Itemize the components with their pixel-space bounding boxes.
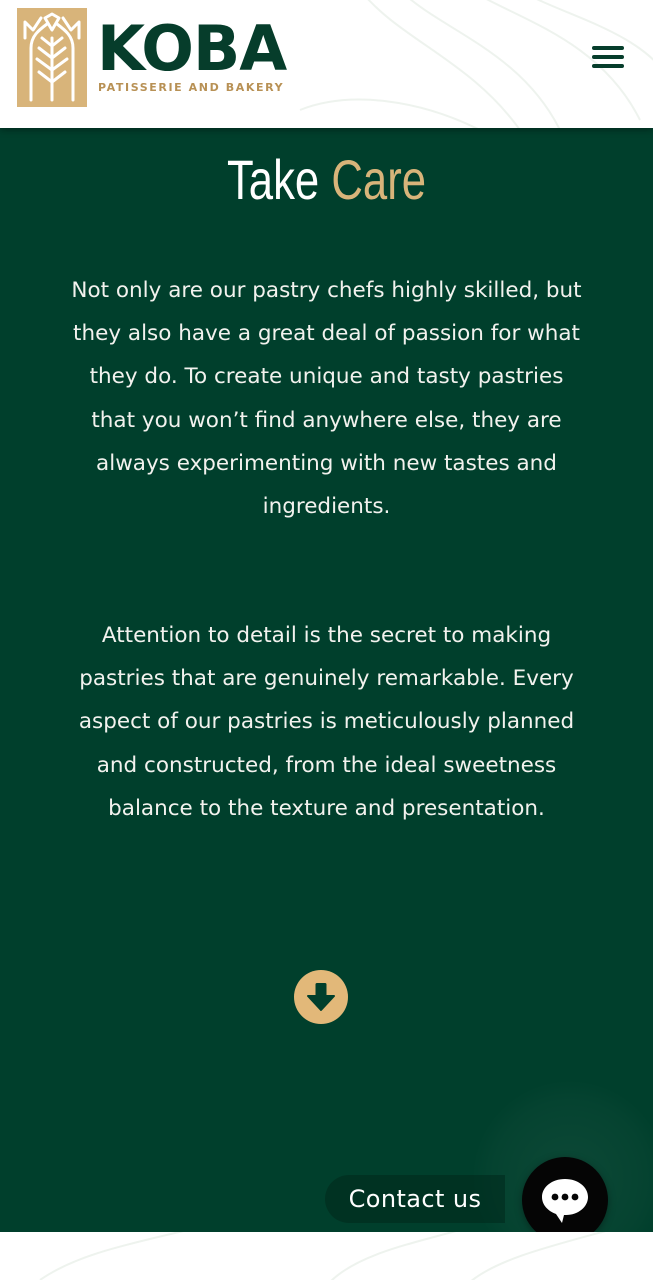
footer-background-pattern — [39, 1232, 606, 1280]
title-word-care: Care — [331, 148, 427, 211]
chat-bubble-icon — [542, 1179, 588, 1223]
arrow-down-circle-icon — [307, 983, 335, 1011]
section-title: Take Care — [72, 144, 581, 216]
site-header: KOBA PATISSERIE AND BAKERY — [0, 0, 653, 128]
contact-us-label[interactable]: Contact us — [325, 1175, 505, 1223]
menu-bar — [592, 55, 624, 59]
detail-paragraph: Attention to detail is the secret to mak… — [78, 623, 575, 821]
hamburger-menu-icon[interactable] — [588, 40, 628, 74]
menu-bar — [592, 46, 624, 50]
next-section-edge — [0, 1232, 653, 1280]
intro-paragraph: Not only are our pastry chefs highly ski… — [71, 278, 582, 520]
wheat-logo-icon — [23, 12, 81, 102]
scroll-down-button[interactable] — [294, 970, 348, 1024]
take-care-section: Take Care Not only are our pastry chefs … — [0, 128, 653, 1232]
menu-bar — [592, 64, 624, 68]
logo-mark[interactable] — [17, 8, 87, 107]
chat-button[interactable] — [522, 1157, 608, 1232]
logo-tagline: PATISSERIE AND BAKERY — [98, 81, 285, 94]
logo-wordmark[interactable]: KOBA — [97, 16, 287, 82]
title-word-take: Take — [226, 148, 320, 211]
